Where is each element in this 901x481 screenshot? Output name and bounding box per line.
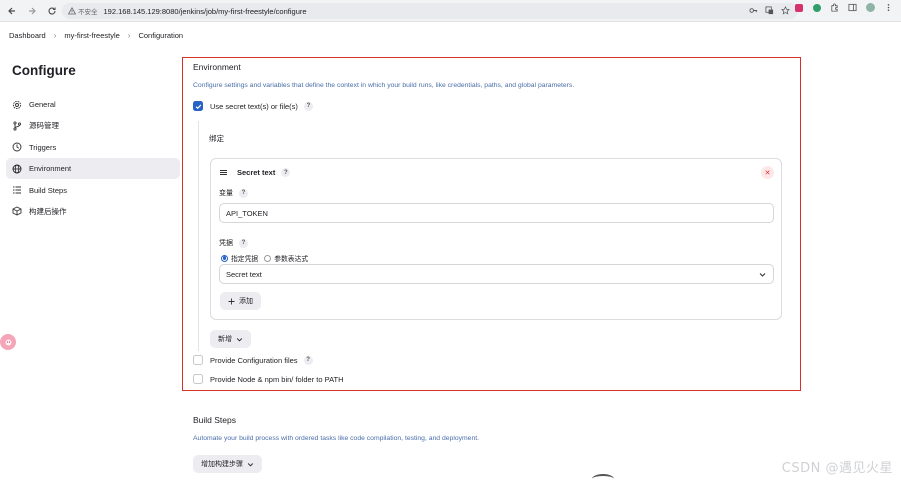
puzzle-icon[interactable] bbox=[830, 3, 839, 12]
clock-icon bbox=[12, 142, 22, 152]
card-title: Secret text bbox=[237, 168, 276, 177]
globe-icon bbox=[12, 164, 22, 174]
credentials-label: 凭据 bbox=[219, 240, 233, 247]
floating-assistant-icon[interactable] bbox=[0, 334, 16, 350]
help-icon[interactable]: ? bbox=[303, 355, 313, 365]
remove-binding-close-icon[interactable]: ✕ bbox=[761, 166, 774, 179]
use-secret-label: Use secret text(s) or file(s) bbox=[210, 101, 298, 111]
chevron-right-icon: › bbox=[127, 30, 131, 40]
variable-input[interactable] bbox=[219, 203, 774, 223]
chevron-down-icon bbox=[236, 337, 243, 342]
help-icon[interactable]: ? bbox=[239, 238, 248, 248]
branch-icon bbox=[12, 121, 22, 131]
sidebar-item-build-steps[interactable]: Build Steps bbox=[6, 180, 180, 201]
sidebar-item-label: 源码管理 bbox=[29, 121, 59, 131]
card-header: Secret text ? bbox=[219, 168, 291, 177]
sidebar-item-label: Environment bbox=[29, 164, 72, 174]
plus-icon bbox=[228, 298, 235, 304]
warning-icon bbox=[68, 7, 76, 15]
url-text: 192.168.145.129:8080/jenkins/job/my-firs… bbox=[103, 6, 307, 16]
profile-avatar-icon[interactable] bbox=[866, 3, 875, 12]
variable-field-label: 变量 ? bbox=[219, 188, 248, 198]
menu-dots-icon[interactable] bbox=[884, 3, 893, 12]
help-icon[interactable]: ? bbox=[239, 188, 248, 198]
address-bar[interactable]: 不安全 192.168.145.129:8080/jenkins/job/my-… bbox=[62, 3, 798, 19]
partial-overlay-shape bbox=[592, 474, 614, 481]
add-binding-button[interactable]: 新增 bbox=[210, 330, 251, 348]
help-icon[interactable]: ? bbox=[303, 101, 313, 111]
gear-icon bbox=[12, 100, 22, 110]
sidebar-item-source[interactable]: 源码管理 bbox=[6, 115, 180, 136]
browser-toolbar: 不安全 192.168.145.129:8080/jenkins/job/my-… bbox=[0, 0, 901, 22]
environment-description: Configure settings and variables that de… bbox=[193, 82, 575, 89]
sidebar: General 源码管理 Triggers Environment Build … bbox=[6, 94, 180, 222]
sidepanel-icon[interactable] bbox=[848, 3, 857, 12]
chevron-right-icon: › bbox=[53, 30, 57, 40]
radio-parameter-expression[interactable] bbox=[264, 254, 272, 262]
sidebar-item-general[interactable]: General bbox=[6, 94, 180, 115]
sidebar-item-post-build[interactable]: 构建后操作 bbox=[6, 201, 180, 222]
breadcrumb: Dashboard › my-first-freestyle › Configu… bbox=[0, 26, 183, 44]
chevron-down-icon bbox=[247, 462, 254, 467]
translate-icon[interactable] bbox=[765, 6, 774, 15]
key-icon[interactable] bbox=[749, 6, 758, 15]
star-icon[interactable] bbox=[781, 6, 790, 15]
secret-text-binding-card: Secret text ? ✕ 变量 ? 凭据 ? 指定凭据 参数表达式 Sec… bbox=[210, 158, 782, 320]
sidebar-item-triggers[interactable]: Triggers bbox=[6, 137, 180, 158]
insecure-label: 不安全 bbox=[78, 9, 98, 16]
extension-red-icon[interactable] bbox=[794, 3, 803, 12]
use-secret-checkbox[interactable] bbox=[193, 101, 203, 111]
nested-indent-line bbox=[198, 121, 199, 351]
sidebar-item-label: Build Steps bbox=[29, 185, 67, 195]
radio-expression-label: 参数表达式 bbox=[274, 256, 309, 263]
add-build-step-button[interactable]: 增加构建步骤 bbox=[193, 455, 262, 473]
back-icon[interactable] bbox=[4, 3, 20, 19]
credentials-select[interactable]: Secret text bbox=[219, 264, 774, 284]
add-binding-label: 新增 bbox=[218, 336, 232, 343]
sidebar-item-label: 构建后操作 bbox=[29, 206, 67, 216]
provide-config-row: Provide Configuration files ? bbox=[193, 355, 313, 365]
variable-label: 变量 bbox=[219, 190, 233, 197]
forward-icon[interactable] bbox=[24, 3, 40, 19]
chevron-down-icon bbox=[759, 273, 766, 277]
build-steps-title: Build Steps bbox=[193, 415, 236, 425]
breadcrumb-configuration[interactable]: Configuration bbox=[138, 31, 183, 40]
list-icon bbox=[12, 185, 22, 195]
radio-specific-credentials[interactable] bbox=[221, 254, 228, 262]
provide-node-row: Provide Node & npm bin/ folder to PATH bbox=[193, 374, 344, 384]
reload-icon[interactable] bbox=[44, 3, 60, 19]
sidebar-item-label: Triggers bbox=[29, 142, 57, 152]
provide-node-checkbox[interactable] bbox=[193, 374, 203, 384]
add-build-step-label: 增加构建步骤 bbox=[201, 461, 243, 468]
breadcrumb-job[interactable]: my-first-freestyle bbox=[64, 31, 119, 40]
help-icon[interactable]: ? bbox=[281, 168, 291, 177]
page-title: Configure bbox=[12, 63, 76, 78]
credentials-mode-radio-group: 指定凭据 参数表达式 bbox=[221, 253, 308, 263]
drag-handle-icon[interactable] bbox=[219, 168, 228, 177]
check-icon bbox=[195, 104, 201, 109]
provide-config-checkbox[interactable] bbox=[193, 355, 203, 365]
sidebar-item-label: General bbox=[29, 100, 56, 109]
credentials-select-value: Secret text bbox=[226, 269, 262, 279]
use-secret-row: Use secret text(s) or file(s) ? bbox=[193, 101, 313, 111]
package-icon bbox=[12, 206, 22, 216]
breadcrumb-dashboard[interactable]: Dashboard bbox=[9, 31, 46, 40]
extension-green-icon[interactable] bbox=[812, 3, 821, 12]
radio-specific-label: 指定凭据 bbox=[231, 256, 259, 263]
watermark: CSDN @遇见火星 bbox=[781, 461, 893, 476]
binding-label: 绑定 bbox=[209, 134, 224, 143]
provide-config-label: Provide Configuration files bbox=[210, 355, 298, 365]
sidebar-item-environment[interactable]: Environment bbox=[6, 158, 180, 180]
credentials-field-label: 凭据 ? bbox=[219, 238, 248, 248]
environment-title: Environment bbox=[193, 62, 241, 72]
build-steps-description: Automate your build process with ordered… bbox=[193, 435, 480, 442]
add-credentials-label: 添加 bbox=[239, 298, 253, 305]
provide-node-label: Provide Node & npm bin/ folder to PATH bbox=[210, 374, 344, 384]
insecure-indicator[interactable]: 不安全 bbox=[68, 6, 98, 16]
add-credentials-button[interactable]: 添加 bbox=[220, 292, 261, 310]
